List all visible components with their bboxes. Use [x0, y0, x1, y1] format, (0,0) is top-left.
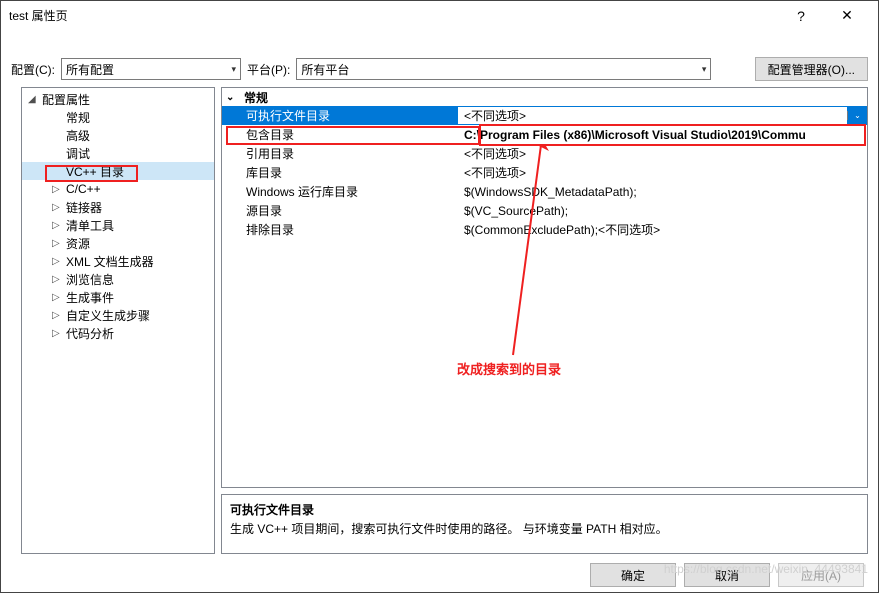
watermark: https://blog.csdn.net/weixin_44493841: [664, 562, 868, 576]
expand-icon[interactable]: ▷: [52, 328, 64, 339]
expand-icon[interactable]: ▷: [52, 256, 64, 267]
property-label: 排除目录: [222, 221, 458, 238]
property-value[interactable]: <不同选项>: [458, 145, 867, 162]
chevron-down-icon: ▾: [702, 64, 707, 75]
chevron-down-icon: ⌄: [226, 92, 238, 103]
expand-icon[interactable]: ▷: [52, 238, 64, 249]
tree-item[interactable]: ▷浏览信息: [22, 270, 214, 288]
expand-icon[interactable]: ▷: [52, 220, 64, 231]
property-row[interactable]: 库目录<不同选项>: [222, 163, 867, 182]
title-bar: test 属性页 ? ✕: [1, 1, 878, 31]
section-title: 常规: [244, 89, 268, 106]
property-value[interactable]: <不同选项>: [458, 107, 847, 124]
tree-item[interactable]: ▷自定义生成步骤: [22, 306, 214, 324]
tree-item-label: C/C++: [66, 182, 101, 196]
tree-item-label: 常规: [66, 109, 90, 126]
expand-icon[interactable]: ▷: [52, 292, 64, 303]
collapse-icon[interactable]: ◢: [28, 94, 40, 105]
tree-item-label: 资源: [66, 235, 90, 252]
config-label: 配置(C):: [11, 61, 55, 78]
tree-item-label: 代码分析: [66, 325, 114, 342]
property-row[interactable]: 排除目录$(CommonExcludePath);<不同选项>: [222, 220, 867, 239]
property-label: 源目录: [222, 202, 458, 219]
close-icon[interactable]: ✕: [824, 1, 870, 31]
tree-item[interactable]: 调试: [22, 144, 214, 162]
tree-item[interactable]: ▷清单工具: [22, 216, 214, 234]
platform-label: 平台(P):: [247, 61, 290, 78]
platform-value: 所有平台: [301, 61, 349, 78]
tree-item-label: 生成事件: [66, 289, 114, 306]
tree-item[interactable]: ▷链接器: [22, 198, 214, 216]
description-text: 生成 VC++ 项目期间，搜索可执行文件时使用的路径。 与环境变量 PATH 相…: [230, 520, 859, 537]
description-panel: 可执行文件目录 生成 VC++ 项目期间，搜索可执行文件时使用的路径。 与环境变…: [221, 494, 868, 554]
property-row[interactable]: Windows 运行库目录$(WindowsSDK_MetadataPath);: [222, 182, 867, 201]
property-value[interactable]: <不同选项>: [458, 164, 867, 181]
tree-root[interactable]: ◢ 配置属性: [22, 90, 214, 108]
property-row[interactable]: 引用目录<不同选项>: [222, 144, 867, 163]
tree-item-label: 链接器: [66, 199, 102, 216]
tree-item-label: 浏览信息: [66, 271, 114, 288]
tree-item[interactable]: ▷C/C++: [22, 180, 214, 198]
tree-item-label: 自定义生成步骤: [66, 307, 150, 324]
tree-item[interactable]: 高级: [22, 126, 214, 144]
help-icon[interactable]: ?: [778, 1, 824, 31]
property-value[interactable]: C:\Program Files (x86)\Microsoft Visual …: [458, 128, 867, 142]
tree-item[interactable]: 常规: [22, 108, 214, 126]
config-value: 所有配置: [66, 61, 114, 78]
property-label: 库目录: [222, 164, 458, 181]
expand-icon[interactable]: ▷: [52, 310, 64, 321]
annotation-text: 改成搜索到的目录: [457, 359, 561, 378]
tree-item-label: 高级: [66, 127, 90, 144]
property-grid: ⌄ 常规 可执行文件目录<不同选项>⌄包含目录C:\Program Files …: [221, 87, 868, 488]
platform-dropdown[interactable]: 所有平台 ▾: [296, 58, 711, 80]
config-toolbar: 配置(C): 所有配置 ▾ 平台(P): 所有平台 ▾ 配置管理器(O)...: [1, 51, 878, 87]
property-value[interactable]: $(WindowsSDK_MetadataPath);: [458, 185, 867, 199]
property-label: Windows 运行库目录: [222, 183, 458, 200]
property-value[interactable]: $(VC_SourcePath);: [458, 204, 867, 218]
grid-section-header[interactable]: ⌄ 常规: [222, 88, 867, 106]
property-label: 包含目录: [222, 126, 458, 143]
expand-icon[interactable]: ▷: [52, 202, 64, 213]
window-title: test 属性页: [9, 7, 778, 24]
property-tree[interactable]: ◢ 配置属性 常规高级调试VC++ 目录▷C/C++▷链接器▷清单工具▷资源▷X…: [21, 87, 215, 554]
tree-item[interactable]: ▷资源: [22, 234, 214, 252]
property-row[interactable]: 包含目录C:\Program Files (x86)\Microsoft Vis…: [222, 125, 867, 144]
property-label: 引用目录: [222, 145, 458, 162]
tree-item[interactable]: ▷XML 文档生成器: [22, 252, 214, 270]
tree-root-label: 配置属性: [42, 91, 90, 108]
tree-item[interactable]: VC++ 目录: [22, 162, 214, 180]
tree-item-label: 调试: [66, 145, 90, 162]
tree-item-label: XML 文档生成器: [66, 253, 154, 270]
chevron-down-icon: ▾: [231, 64, 236, 75]
property-row[interactable]: 可执行文件目录<不同选项>⌄: [222, 106, 867, 125]
property-row[interactable]: 源目录$(VC_SourcePath);: [222, 201, 867, 220]
tree-item-label: 清单工具: [66, 217, 114, 234]
property-value[interactable]: $(CommonExcludePath);<不同选项>: [458, 221, 867, 238]
expand-icon[interactable]: ▷: [52, 274, 64, 285]
dropdown-icon[interactable]: ⌄: [847, 111, 867, 120]
tree-item[interactable]: ▷生成事件: [22, 288, 214, 306]
description-title: 可执行文件目录: [230, 501, 859, 518]
config-manager-button[interactable]: 配置管理器(O)...: [755, 57, 868, 81]
tree-item-label: VC++ 目录: [66, 163, 124, 180]
tree-item[interactable]: ▷代码分析: [22, 324, 214, 342]
expand-icon[interactable]: ▷: [52, 184, 64, 195]
property-label: 可执行文件目录: [222, 107, 458, 124]
config-dropdown[interactable]: 所有配置 ▾: [61, 58, 241, 80]
